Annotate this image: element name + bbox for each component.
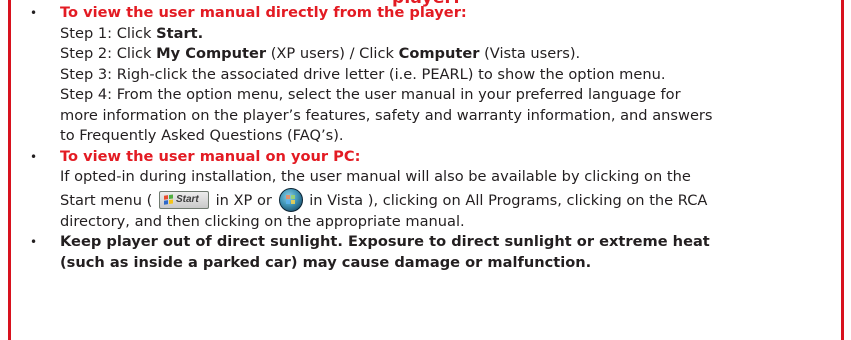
pc-line-3: directory, and then clicking on the appr… [60,212,465,230]
pc-line-2: Start menu ( Start in XP or in Vista ), … [60,187,838,212]
warning-line-1: Keep player out of direct sunlight. Expo… [60,233,710,250]
step-4-line-3: to Frequently Asked Questions (FAQ’s). [60,127,344,144]
item-heading: To view the user manual on your PC: [60,147,361,165]
warning-line-2: (such as inside a parked car) may cause … [60,253,592,271]
list-item-view-from-player: • To view the user manual directly from … [30,3,838,147]
windows-xp-start-button-icon: Start [158,190,209,209]
step-1: Step 1: Click Start. [60,24,204,42]
step-4-line-2: more information on the player’s feature… [60,106,713,124]
pc-line-1: If opted-in during installation, the use… [60,168,691,185]
bullet-icon: • [30,6,38,20]
manual-instructions: • To view the user manual directly from … [30,3,838,273]
windows-vista-start-orb-icon [278,187,303,212]
bullet-icon: • [30,235,38,249]
list-item-view-on-pc: • To view the user manual on your PC: If… [30,147,838,233]
step-2: Step 2: Click My Computer (XP users) / C… [60,45,581,62]
step-3: Step 3: Righ-click the associated drive … [60,65,666,83]
list-item-sunlight-warning: • Keep player out of direct sunlight. Ex… [30,232,838,273]
step-4-line-1: Step 4: From the option menu, select the… [60,86,681,103]
item-heading: To view the user manual directly from th… [60,4,467,21]
bullet-icon: • [30,149,38,164]
